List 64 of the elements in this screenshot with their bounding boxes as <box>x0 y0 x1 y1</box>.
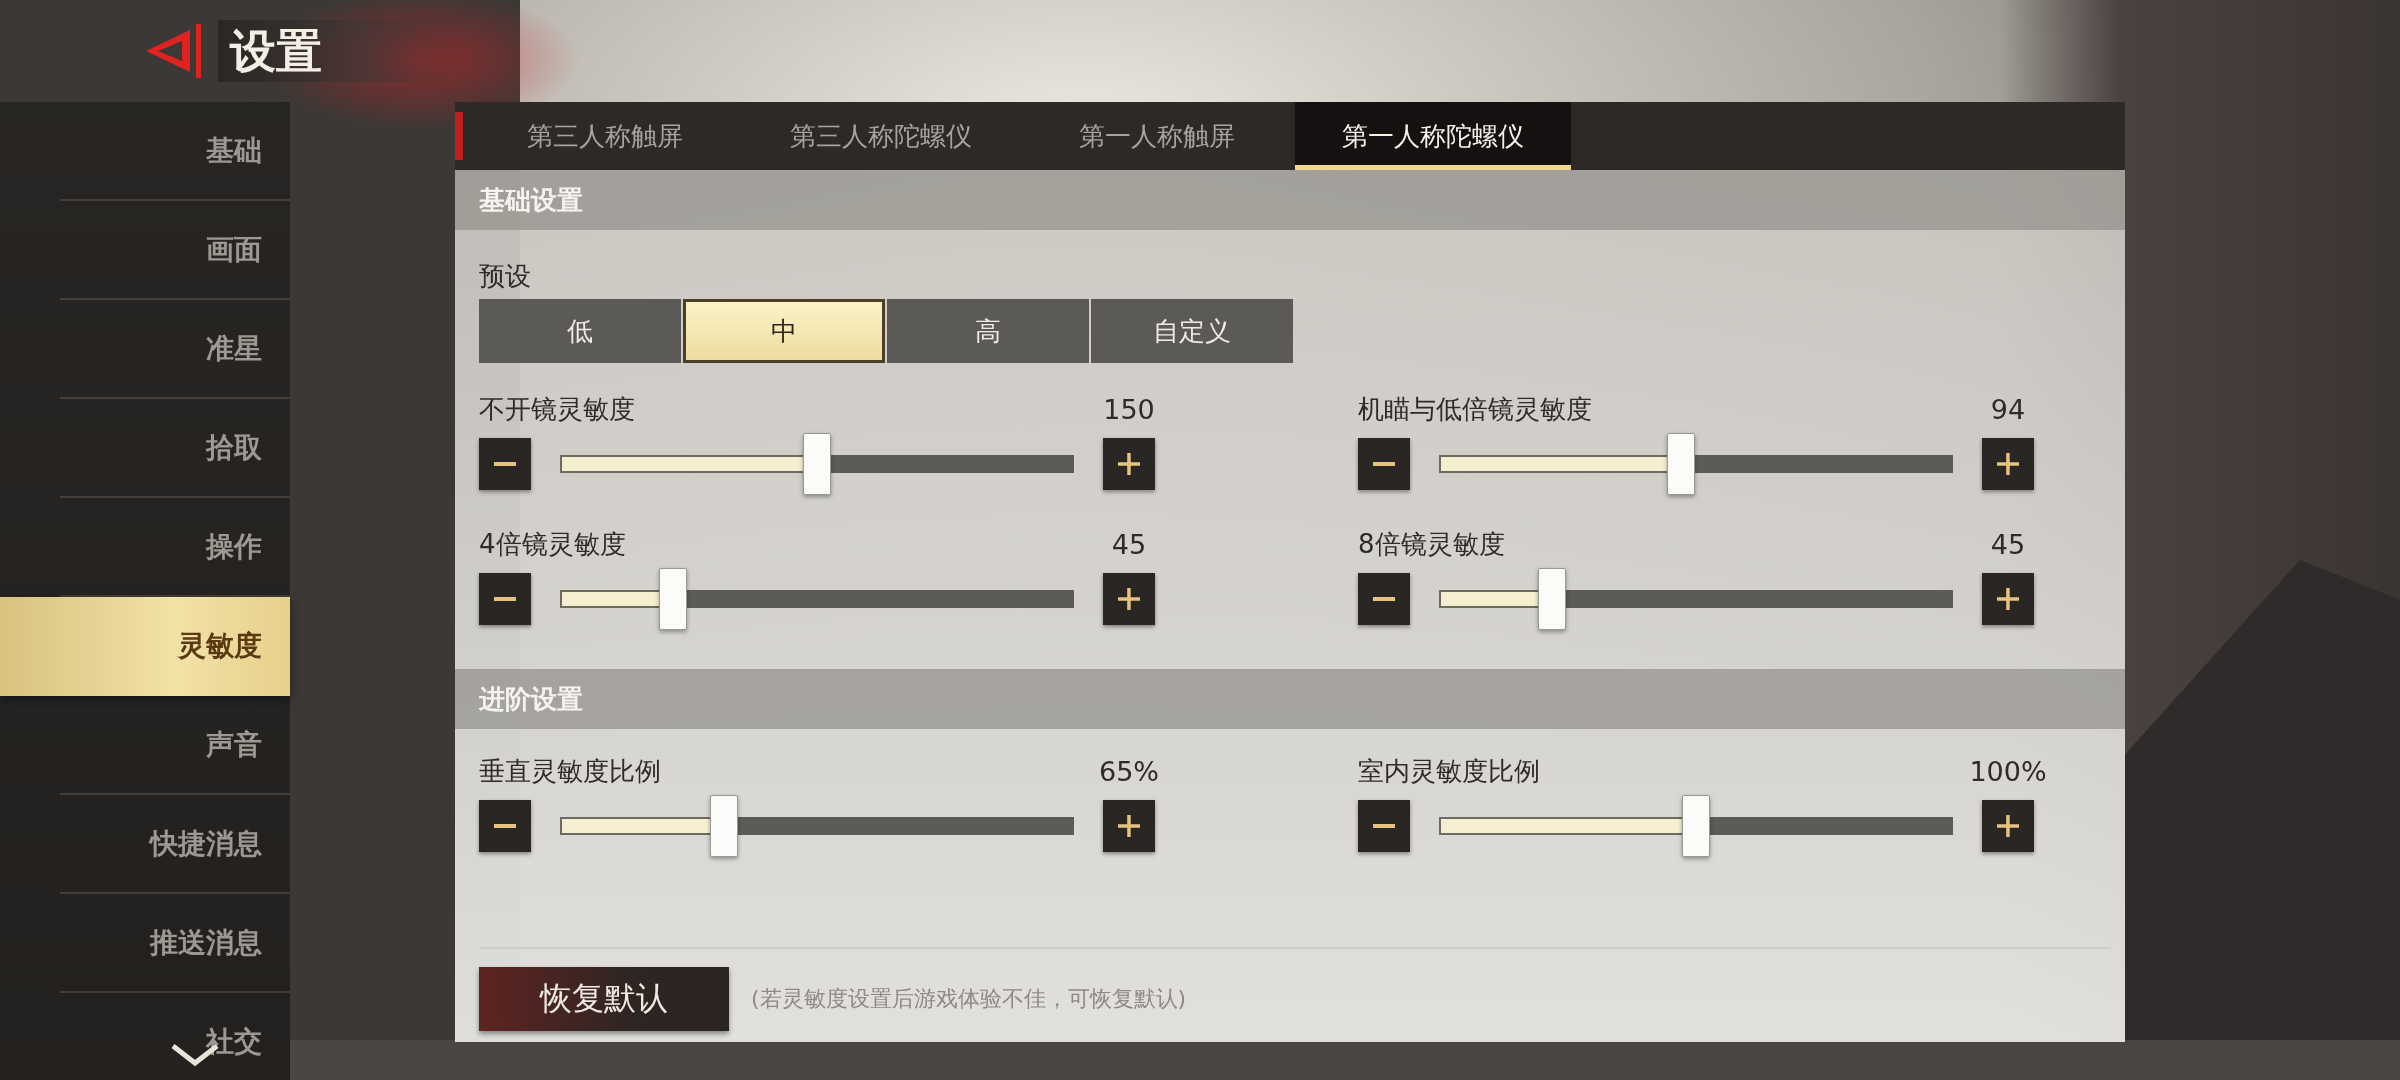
minus-icon <box>494 824 516 828</box>
decrease-button[interactable] <box>1358 573 1410 625</box>
page-title: 设置 <box>230 23 322 80</box>
increase-button[interactable] <box>1103 573 1155 625</box>
slider-thumb[interactable] <box>803 433 831 495</box>
increase-button[interactable] <box>1103 800 1155 852</box>
tab-marker <box>455 112 463 160</box>
hint-text: (若灵敏度设置后游戏体验不佳，可恢复默认) <box>751 985 1187 1013</box>
sidebar-item[interactable]: 拾取 <box>60 399 290 498</box>
section-title: 基础设置 <box>479 183 583 217</box>
slider[interactable] <box>1439 795 1953 857</box>
preset-option[interactable]: 自定义 <box>1091 299 1293 363</box>
slider-thumb[interactable] <box>1682 795 1710 857</box>
decrease-button[interactable] <box>1358 438 1410 490</box>
sidebar-item[interactable]: 基础 <box>60 102 290 201</box>
preset-option[interactable]: 中 <box>683 299 885 363</box>
minus-icon <box>494 597 516 601</box>
preset-option[interactable]: 高 <box>887 299 1089 363</box>
slider-label: 4倍镜灵敏度 <box>479 527 627 561</box>
sidebar-item[interactable]: 快捷消息 <box>60 795 290 894</box>
slider[interactable] <box>1439 568 1953 630</box>
slider-thumb[interactable] <box>710 795 739 857</box>
tab[interactable]: 第三人称陀螺仪 <box>743 102 1019 170</box>
minus-icon <box>1373 462 1395 466</box>
slider-thumb[interactable] <box>1538 568 1567 630</box>
slider-value: 100% <box>1969 755 2047 787</box>
preset-option[interactable]: 低 <box>479 299 681 363</box>
slider-value: 45 <box>1990 528 2026 560</box>
decrease-button[interactable] <box>479 573 531 625</box>
increase-button[interactable] <box>1103 438 1155 490</box>
slider[interactable] <box>560 433 1074 495</box>
slider-label: 垂直灵敏度比例 <box>479 754 662 788</box>
minus-icon <box>494 462 516 466</box>
sidebar-item[interactable]: 画面 <box>60 201 290 300</box>
sidebar-item[interactable]: 准星 <box>60 300 290 399</box>
minus-icon <box>1373 824 1395 828</box>
sidebar-item[interactable]: 声音 <box>60 696 290 795</box>
slider-value: 65% <box>1099 755 1159 787</box>
slider[interactable] <box>560 795 1074 857</box>
slider-value: 150 <box>1103 393 1155 425</box>
slider-label: 机瞄与低倍镜灵敏度 <box>1358 392 1593 426</box>
increase-button[interactable] <box>1982 800 2034 852</box>
slider-value: 94 <box>1990 393 2026 425</box>
slider-thumb[interactable] <box>1666 433 1695 495</box>
sidebar-item[interactable]: 推送消息 <box>60 894 290 993</box>
reset-button[interactable]: 恢复默认 <box>479 967 729 1031</box>
slider[interactable] <box>1439 433 1953 495</box>
decrease-button[interactable] <box>1358 800 1410 852</box>
sidebar-item[interactable]: 灵敏度 <box>0 597 290 696</box>
slider-value: 45 <box>1111 528 1147 560</box>
minus-icon <box>1373 597 1395 601</box>
tab[interactable]: 第一人称陀螺仪 <box>1295 102 1571 170</box>
increase-button[interactable] <box>1982 573 2034 625</box>
slider-thumb[interactable] <box>659 568 688 630</box>
tab[interactable]: 第一人称触屏 <box>1019 102 1295 170</box>
decrease-button[interactable] <box>479 438 531 490</box>
slider-label: 8倍镜灵敏度 <box>1358 527 1506 561</box>
preset-label: 预设 <box>479 261 531 291</box>
increase-button[interactable] <box>1982 438 2034 490</box>
section-title: 进阶设置 <box>479 682 583 716</box>
tab[interactable]: 第三人称触屏 <box>467 102 743 170</box>
decrease-button[interactable] <box>479 800 531 852</box>
slider[interactable] <box>560 568 1074 630</box>
slider-label: 不开镜灵敏度 <box>479 392 636 426</box>
